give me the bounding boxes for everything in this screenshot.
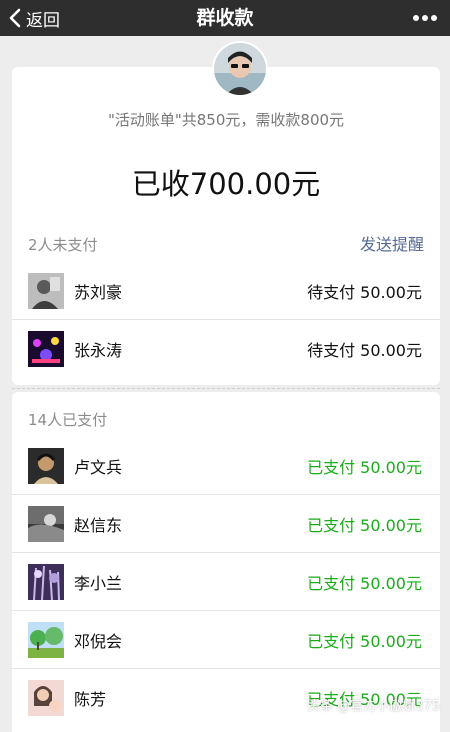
page-title: 群收款 [196,7,254,29]
bill-summary: "活动账单"共850元，需收款800元 [107,111,345,129]
more-dots-icon [413,15,437,21]
list-item[interactable]: 邓倪会 已支付 50.00元 [12,611,440,668]
member-avatar [28,621,64,658]
collected-amount: 已收700.00元 [131,167,321,201]
member-avatar [28,679,64,716]
paid-count: 14人已支付 [28,411,108,429]
member-name: 李小兰 [74,573,123,593]
member-avatar [28,447,64,484]
member-name: 邓倪会 [74,631,123,651]
section-separator [12,388,440,389]
member-name: 赵信东 [74,515,123,535]
member-avatar [28,272,64,309]
payee-avatar[interactable] [212,41,268,97]
list-item[interactable]: 张永涛 待支付 50.00元 [12,320,440,377]
member-name: 卢文兵 [74,457,123,477]
paid-card: 14人已支付 卢文兵 已支付 50.00元 赵信东 已支付 50.00元 李小兰… [12,392,440,732]
top-bar: 返回 群收款 [0,0,450,36]
paid-header: 14人已支付 [28,408,424,432]
list-item[interactable]: 赵信东 已支付 50.00元 [12,495,440,552]
member-avatar [28,505,64,542]
more-button[interactable] [412,0,438,36]
list-item[interactable]: 卢文兵 已支付 50.00元 [12,437,440,494]
member-name: 陈芳 [74,689,107,709]
send-reminder-link[interactable]: 发送提醒 [360,233,424,257]
member-name: 苏刘豪 [74,282,123,302]
summary-card: "活动账单"共850元，需收款800元 已收700.00元 2人未支付 发送提醒… [12,41,440,385]
payment-status: 待支付 50.00元 [307,282,422,302]
payment-status: 待支付 50.00元 [307,340,422,360]
payment-status: 已支付 50.00元 [307,631,422,651]
watermark: 头条 @官方小傲娇375 [307,699,440,714]
payment-status: 已支付 50.00元 [307,457,422,477]
list-item[interactable]: 李小兰 已支付 50.00元 [12,553,440,610]
unpaid-header: 2人未支付 发送提醒 [28,233,424,257]
member-name: 张永涛 [74,340,123,360]
member-avatar [28,563,64,600]
payment-status: 已支付 50.00元 [307,573,422,593]
unpaid-count: 2人未支付 [28,236,98,254]
payment-status: 已支付 50.00元 [307,515,422,535]
member-avatar [28,330,64,367]
list-item[interactable]: 苏刘豪 待支付 50.00元 [12,262,440,319]
